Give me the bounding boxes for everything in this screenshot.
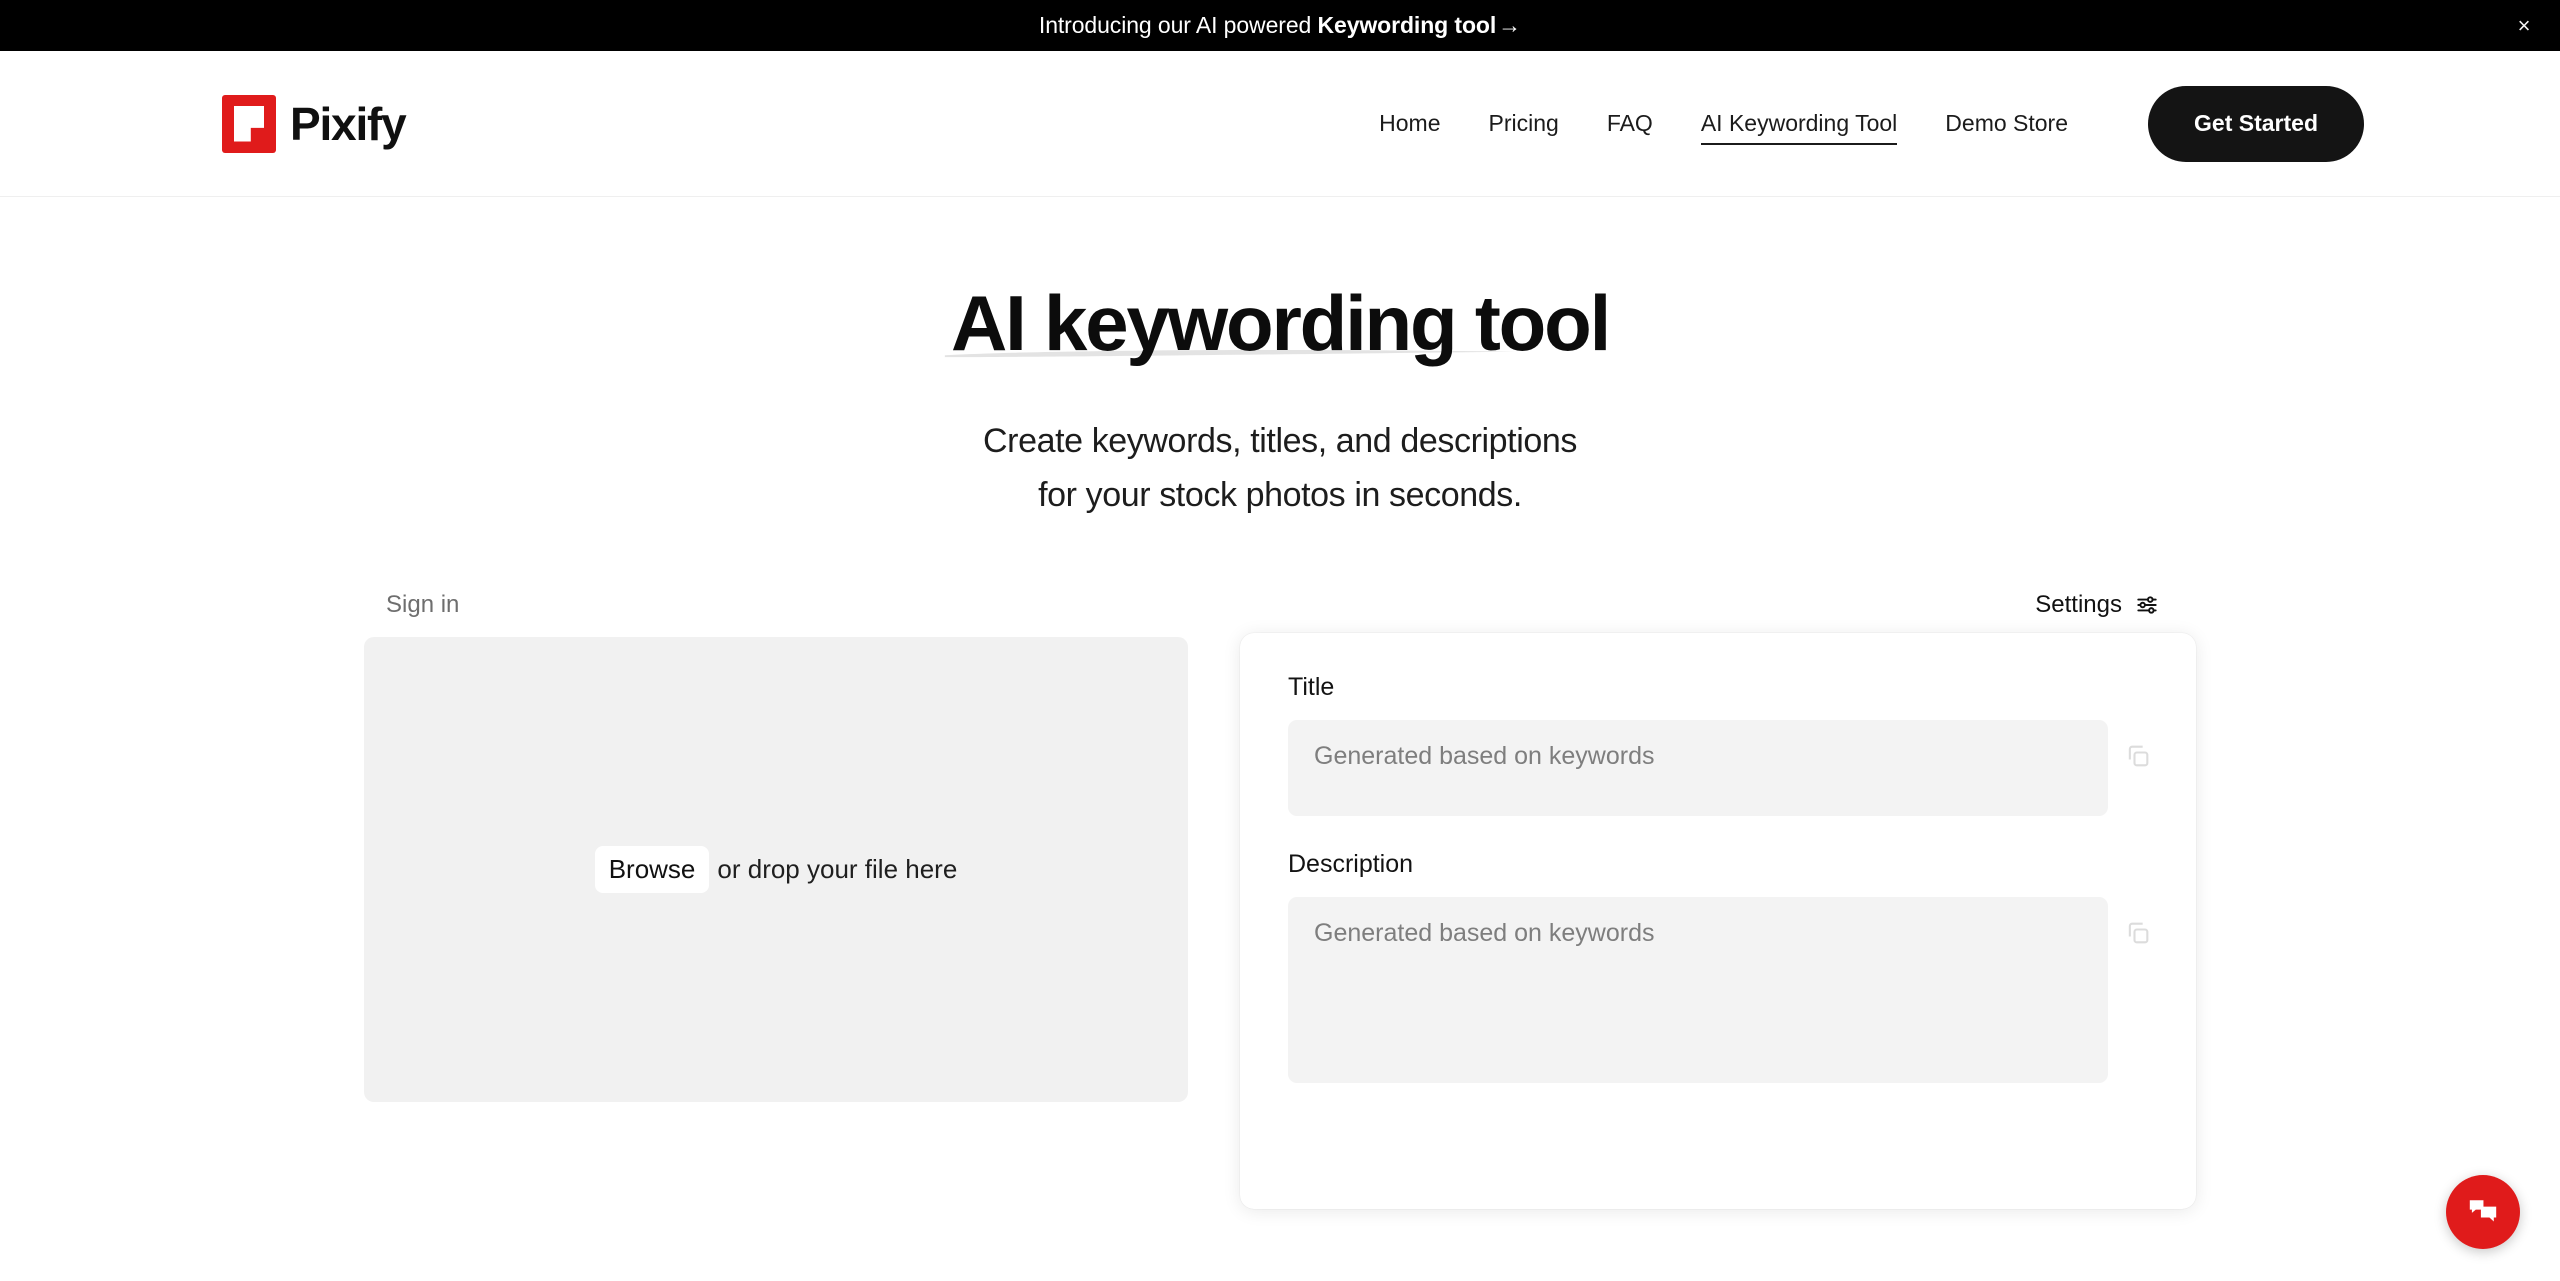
- copy-icon[interactable]: [2124, 919, 2152, 947]
- dropzone-hint: or drop your file here: [717, 854, 957, 885]
- dropzone-content: Browse or drop your file here: [595, 846, 958, 893]
- announcement-banner: Introducing our AI powered Keywording to…: [0, 0, 2560, 51]
- close-icon[interactable]: ×: [2510, 12, 2538, 40]
- hero-subtitle-line-1: Create keywords, titles, and description…: [0, 415, 2560, 469]
- hero-title-wrap: AI keywording tool: [951, 281, 1609, 365]
- file-dropzone[interactable]: Browse or drop your file here: [364, 637, 1188, 1102]
- page-title: AI keywording tool: [951, 281, 1609, 365]
- nav-item-pricing[interactable]: Pricing: [1465, 104, 1583, 143]
- pixify-logo-icon: [222, 95, 276, 153]
- primary-nav: Home Pricing FAQ AI Keywording Tool Demo…: [1355, 86, 2364, 162]
- announcement-text-strong: Keywording tool: [1318, 12, 1497, 38]
- description-field-label: Description: [1288, 850, 2152, 879]
- chat-bubbles-icon: [2465, 1194, 2501, 1230]
- title-field-label: Title: [1288, 673, 2152, 702]
- tool-toolbar: Sign in Settings: [364, 591, 2196, 637]
- announcement-text[interactable]: Introducing our AI powered Keywording to…: [1039, 12, 1521, 39]
- brand-name: Pixify: [290, 97, 406, 151]
- title-field-row: Generated based on keywords: [1288, 720, 2152, 816]
- announcement-arrow: →: [1498, 12, 1521, 38]
- settings-label: Settings: [2035, 591, 2122, 619]
- sliders-icon: [2134, 592, 2160, 618]
- copy-icon[interactable]: [2124, 742, 2152, 770]
- nav-item-faq[interactable]: FAQ: [1583, 104, 1677, 143]
- hero-subtitle-line-2: for your stock photos in seconds.: [0, 469, 2560, 523]
- settings-button[interactable]: Settings: [2035, 591, 2194, 619]
- sign-in-link[interactable]: Sign in: [386, 591, 459, 619]
- nav-item-home[interactable]: Home: [1355, 104, 1464, 143]
- get-started-button[interactable]: Get Started: [2148, 86, 2364, 162]
- tool-grid: Browse or drop your file here Title Gene…: [364, 637, 2196, 1209]
- announcement-text-normal: Introducing our AI powered: [1039, 12, 1318, 38]
- chat-support-button[interactable]: [2446, 1175, 2520, 1249]
- brand-logo[interactable]: Pixify: [222, 95, 406, 153]
- hero-subtitle: Create keywords, titles, and description…: [0, 415, 2560, 522]
- browse-button[interactable]: Browse: [595, 846, 710, 893]
- description-input[interactable]: Generated based on keywords: [1288, 897, 2108, 1083]
- results-card: Title Generated based on keywords Descri…: [1240, 633, 2196, 1209]
- keywording-tool: Sign in Settings Browse or drop your fil…: [364, 523, 2196, 1209]
- description-field-group: Description Generated based on keywords: [1288, 850, 2152, 1083]
- description-field-row: Generated based on keywords: [1288, 897, 2152, 1083]
- site-header: Pixify Home Pricing FAQ AI Keywording To…: [0, 51, 2560, 197]
- logo-sheet-shape: [234, 106, 264, 142]
- nav-item-demo-store[interactable]: Demo Store: [1921, 104, 2092, 143]
- title-input[interactable]: Generated based on keywords: [1288, 720, 2108, 816]
- nav-item-ai-keywording-tool[interactable]: AI Keywording Tool: [1677, 104, 1921, 143]
- title-field-group: Title Generated based on keywords: [1288, 673, 2152, 816]
- hero-section: AI keywording tool Create keywords, titl…: [0, 197, 2560, 523]
